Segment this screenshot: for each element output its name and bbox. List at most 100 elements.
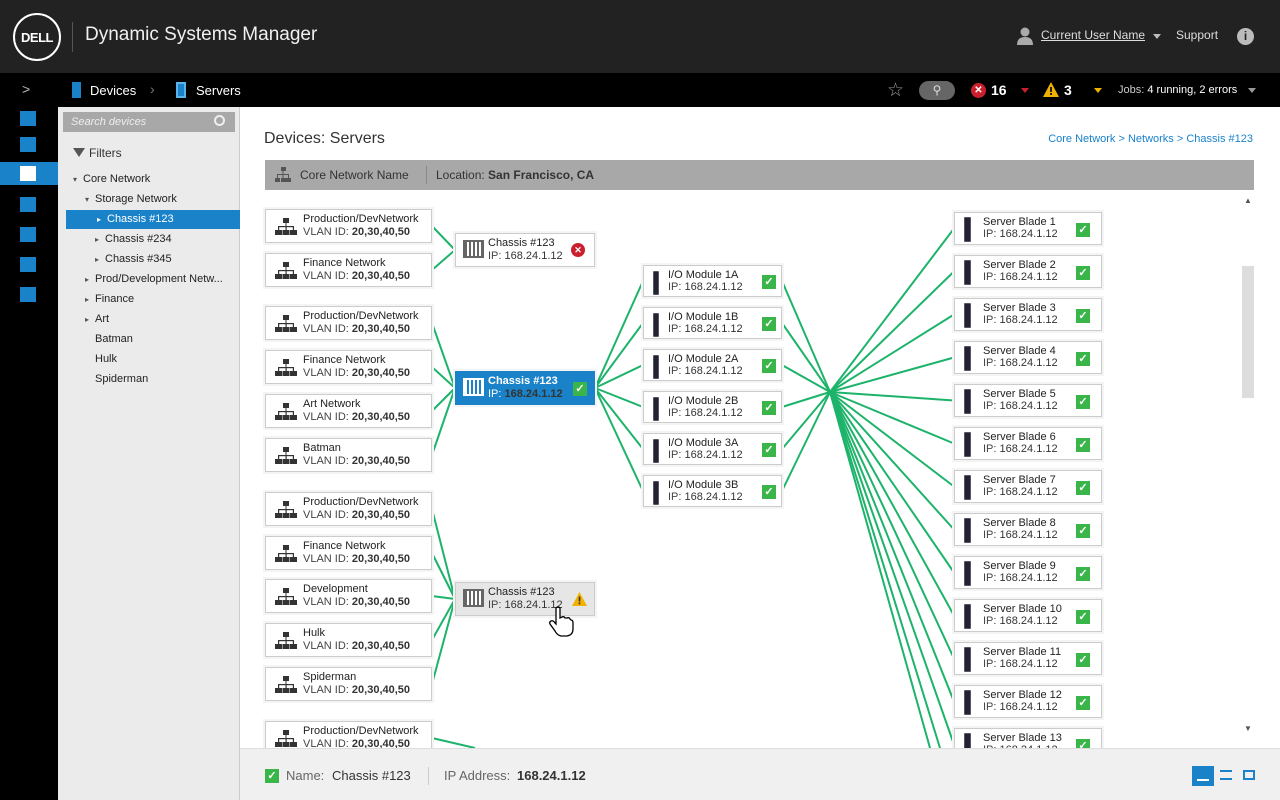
- network-node[interactable]: Art Network VLAN ID: 20,30,40,50: [265, 394, 432, 428]
- caret-icon[interactable]: ▸: [85, 290, 95, 309]
- network-node[interactable]: Development VLAN ID: 20,30,40,50: [265, 579, 432, 613]
- server-blade-node[interactable]: Server Blade 7 IP: 168.24.1.12 ✓: [954, 470, 1102, 503]
- breadcrumb[interactable]: Core Network > Networks > Chassis #123: [1048, 133, 1253, 145]
- tree-node[interactable]: ▸ Finance: [85, 290, 134, 309]
- network-node-name: Production/DevNetwork: [303, 213, 419, 225]
- tree-node[interactable]: ▸ Chassis #345: [95, 250, 172, 269]
- network-node[interactable]: Finance Network VLAN ID: 20,30,40,50: [265, 536, 432, 570]
- server-blade-node[interactable]: Server Blade 2 IP: 168.24.1.12 ✓: [954, 255, 1102, 288]
- io-module-node[interactable]: I/O Module 2B IP: 168.24.1.12 ✓: [643, 391, 782, 423]
- breadcrumb-devices[interactable]: Devices: [90, 83, 136, 98]
- io-module-node[interactable]: I/O Module 2A IP: 168.24.1.12 ✓: [643, 349, 782, 381]
- tree-node[interactable]: ▸ Chassis #234: [95, 230, 172, 249]
- expand-sidebar-icon[interactable]: >: [22, 81, 30, 97]
- server-blade-node[interactable]: Server Blade 1 IP: 168.24.1.12 ✓: [954, 212, 1102, 245]
- info-icon[interactable]: i: [1237, 28, 1254, 45]
- server-blade-node[interactable]: Server Blade 3 IP: 168.24.1.12 ✓: [954, 298, 1102, 331]
- chevron-down-icon[interactable]: [1021, 88, 1029, 93]
- panel-restore-button[interactable]: [1220, 770, 1232, 780]
- tree-node[interactable]: Hulk: [85, 350, 117, 369]
- server-blade-node[interactable]: Server Blade 6 IP: 168.24.1.12 ✓: [954, 427, 1102, 460]
- breadcrumb-servers[interactable]: Servers: [196, 83, 241, 98]
- network-node[interactable]: Batman VLAN ID: 20,30,40,50: [265, 438, 432, 472]
- network-node[interactable]: Production/DevNetwork VLAN ID: 20,30,40,5…: [265, 721, 432, 748]
- jobs-status[interactable]: Jobs: 4 running, 2 errors: [1118, 84, 1237, 96]
- server-blade-node[interactable]: Server Blade 4 IP: 168.24.1.12 ✓: [954, 341, 1102, 374]
- chevron-down-icon[interactable]: [1248, 88, 1256, 93]
- filter-icon[interactable]: [73, 148, 85, 157]
- dashboard-icon: [20, 137, 36, 152]
- tree-node[interactable]: ▸ Art: [85, 310, 109, 329]
- caret-icon[interactable]: ▸: [85, 310, 95, 329]
- server-blade-icon: [964, 389, 971, 414]
- panel-minimize-button[interactable]: [1192, 766, 1214, 786]
- rail-home[interactable]: [0, 107, 58, 130]
- star-icon[interactable]: ☆: [887, 79, 904, 102]
- tree-node[interactable]: ▾ Storage Network: [85, 190, 177, 209]
- io-module-icon: [653, 355, 659, 379]
- server-blade-node[interactable]: Server Blade 9 IP: 168.24.1.12 ✓: [954, 556, 1102, 589]
- caret-icon[interactable]: ▾: [85, 190, 95, 209]
- caret-icon[interactable]: ▸: [85, 270, 95, 289]
- io-module-node[interactable]: I/O Module 3A IP: 168.24.1.12 ✓: [643, 433, 782, 465]
- caret-icon[interactable]: ▸: [95, 230, 105, 249]
- breadcrumb-separator-icon: ›: [150, 81, 155, 97]
- network-node[interactable]: Finance Network VLAN ID: 20,30,40,50: [265, 253, 432, 287]
- server-blade-node[interactable]: Server Blade 8 IP: 168.24.1.12 ✓: [954, 513, 1102, 546]
- chassis-node[interactable]: Chassis #123 IP: 168.24.1.12 ✕: [455, 233, 595, 267]
- rail-refresh[interactable]: [0, 253, 58, 276]
- tree-node[interactable]: Spiderman: [85, 370, 148, 389]
- tree-node[interactable]: ▾ Core Network: [73, 170, 150, 189]
- io-module-node[interactable]: I/O Module 3B IP: 168.24.1.12 ✓: [643, 475, 782, 507]
- network-node[interactable]: Production/DevNetwork VLAN ID: 20,30,40,5…: [265, 306, 432, 340]
- info-divider: [426, 166, 427, 184]
- network-node[interactable]: Hulk VLAN ID: 20,30,40,50: [265, 623, 432, 657]
- network-node[interactable]: Finance Network VLAN ID: 20,30,40,50: [265, 350, 432, 384]
- app-title: Dynamic Systems Manager: [85, 24, 318, 45]
- network-node[interactable]: Production/DevNetwork VLAN ID: 20,30,40,5…: [265, 209, 432, 243]
- support-link[interactable]: Support: [1176, 28, 1218, 42]
- search-button[interactable]: ⚲: [919, 81, 955, 100]
- warning-count[interactable]: 3: [1064, 82, 1072, 98]
- tree-node[interactable]: ▸ Prod/Development Netw...: [85, 270, 223, 289]
- io-module-node[interactable]: I/O Module 1A IP: 168.24.1.12 ✓: [643, 265, 782, 297]
- error-icon[interactable]: ✕: [971, 83, 986, 98]
- search-input[interactable]: Search devices: [63, 112, 235, 132]
- network-icon: [275, 359, 297, 376]
- ok-check-icon: ✓: [762, 485, 776, 499]
- filters-toggle[interactable]: Filters: [89, 146, 122, 160]
- rail-topology[interactable]: [0, 223, 58, 246]
- network-node[interactable]: Production/DevNetwork VLAN ID: 20,30,40,5…: [265, 492, 432, 526]
- warning-icon[interactable]: [1043, 82, 1059, 97]
- scrollbar-thumb[interactable]: [1242, 266, 1254, 398]
- panel-maximize-button[interactable]: [1243, 770, 1255, 780]
- rail-calendar[interactable]: [0, 283, 58, 306]
- rail-devices[interactable]: [0, 162, 58, 185]
- ok-check-icon: ✓: [1076, 696, 1090, 710]
- rail-reports[interactable]: [0, 193, 58, 216]
- network-node[interactable]: Spiderman VLAN ID: 20,30,40,50: [265, 667, 432, 701]
- search-icon[interactable]: [214, 115, 225, 126]
- footer-name-label: Name:: [286, 768, 325, 783]
- server-blade-node[interactable]: Server Blade 5 IP: 168.24.1.12 ✓: [954, 384, 1102, 417]
- error-count[interactable]: 16: [991, 82, 1007, 98]
- tree-node[interactable]: Batman: [85, 330, 133, 349]
- scroll-up-icon[interactable]: ▲: [1244, 196, 1252, 205]
- server-blade-node[interactable]: Server Blade 10 IP: 168.24.1.12 ✓: [954, 599, 1102, 632]
- chassis-node[interactable]: Chassis #123 IP: 168.24.1.12 ✓: [455, 371, 595, 405]
- caret-icon[interactable]: ▾: [73, 170, 83, 189]
- caret-icon[interactable]: ▸: [95, 250, 105, 269]
- chevron-down-icon[interactable]: [1153, 34, 1161, 39]
- io-module-node[interactable]: I/O Module 1B IP: 168.24.1.12 ✓: [643, 307, 782, 339]
- io-module-icon: [653, 271, 659, 295]
- tree-node[interactable]: ▸ Chassis #123: [66, 210, 240, 229]
- caret-icon[interactable]: ▸: [97, 210, 107, 229]
- chassis-icon: [463, 240, 484, 258]
- chevron-down-icon[interactable]: [1094, 88, 1102, 93]
- server-blade-node[interactable]: Server Blade 13IP: 168.24.1.12✓: [954, 728, 1102, 748]
- user-menu[interactable]: Current User Name: [1041, 28, 1145, 42]
- server-blade-node[interactable]: Server Blade 12 IP: 168.24.1.12 ✓: [954, 685, 1102, 718]
- server-blade-node[interactable]: Server Blade 11 IP: 168.24.1.12 ✓: [954, 642, 1102, 675]
- scroll-down-icon[interactable]: ▼: [1244, 724, 1252, 733]
- rail-dashboard[interactable]: [0, 133, 58, 156]
